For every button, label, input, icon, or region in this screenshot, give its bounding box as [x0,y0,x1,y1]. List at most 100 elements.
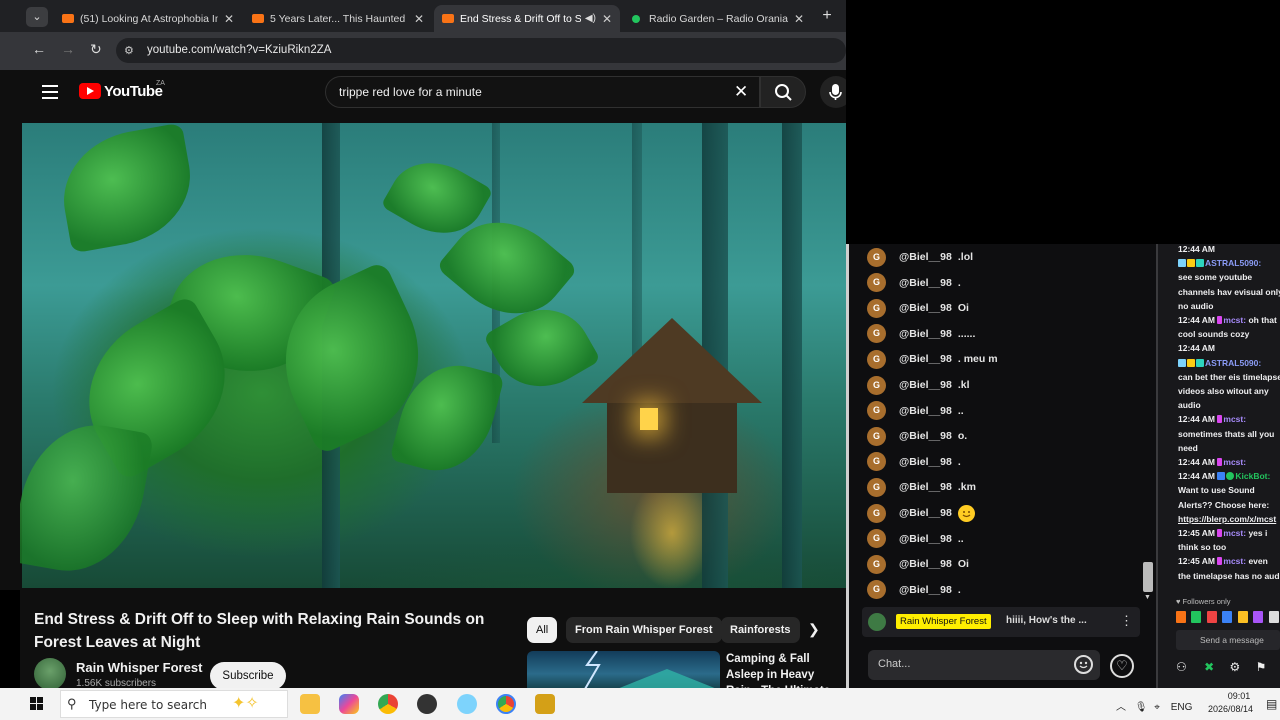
chat-username[interactable]: ASTRAL5090: [1205,258,1261,268]
clear-search-icon[interactable]: ✕ [734,82,748,102]
chat-text[interactable]: https://blerp.com/x/mcst [1178,514,1276,524]
recommendation-title[interactable]: Camping & Fall Asleep in Heavy Rain - Th… [726,651,842,688]
chevron-right-icon[interactable]: ❯ [808,621,820,638]
windows-start-icon[interactable] [30,697,44,711]
close-tab-icon[interactable]: ✕ [602,12,612,26]
notification-icon[interactable]: ▤ [1266,697,1277,711]
language-indicator[interactable]: ENG [1171,702,1193,713]
recommendation-thumbnail[interactable] [527,651,720,689]
heart-icon[interactable]: ♡ [1110,654,1134,678]
chevron-up-icon[interactable]: ︿ [1116,702,1126,713]
channel-avatar[interactable] [34,658,66,690]
chip-from-channel[interactable]: From Rain Whisper Forest [566,617,722,643]
search-highlight-icon[interactable]: ✦✧ [232,693,259,713]
app-icon[interactable] [417,694,437,714]
speaker-icon[interactable]: ◀) [585,13,596,24]
chat-username[interactable]: @Biel__98 [899,379,952,391]
chat-username[interactable]: @Biel__98 [899,328,952,340]
chat-message[interactable]: G @Biel__98 [867,503,975,523]
close-tab-icon[interactable]: ✕ [794,12,804,26]
youtube-favicon-icon [252,14,264,23]
microphone-icon[interactable]: 🎙 [1135,702,1148,713]
send-message-placeholder[interactable]: Send a message [1200,635,1264,645]
chat-username[interactable]: @Biel__98 [899,584,952,596]
chat-username[interactable]: mcst: [1223,556,1246,566]
chat-message[interactable]: G @Biel__98 o. [867,426,967,446]
emoji-icon[interactable] [1074,655,1093,674]
chat-username[interactable]: @Biel__98 [899,302,952,314]
tab-astrophobia[interactable]: (51) Looking At Astrophobia Im ✕ [54,5,242,32]
chat-message[interactable]: G @Biel__98.. [867,529,964,549]
chat-username[interactable]: @Biel__98 [899,430,952,442]
chat-username[interactable]: @Biel__98 [899,251,952,263]
more-options-icon[interactable]: ⋮ [1120,613,1133,629]
chat-username[interactable]: @Biel__98 [899,507,952,519]
copilot-icon[interactable] [339,694,359,714]
chrome-icon[interactable] [378,694,398,714]
chat-message[interactable]: G @Biel__98 .kl [867,375,970,395]
chat-message[interactable]: G @Biel__98. [867,273,961,293]
chat-username[interactable]: mcst: [1223,457,1246,467]
chat-username[interactable]: @Biel__98 [899,405,952,417]
close-tab-icon[interactable]: ✕ [224,12,234,26]
back-arrow-icon[interactable]: ← [32,41,46,57]
gift-icon[interactable]: ⚑ [1256,660,1267,674]
chat-message[interactable]: G @Biel__98.. [867,401,964,421]
menu-icon[interactable] [42,85,58,99]
file-explorer-icon[interactable] [300,694,320,714]
search-query[interactable]: trippe red love for a minute [339,85,482,99]
new-tab-icon[interactable]: + [818,7,836,25]
tab-end-stress[interactable]: End Stress & Drift Off to Sle ◀) ✕ [434,5,620,32]
tab-haunted[interactable]: 5 Years Later... This Haunted Ca ✕ [244,5,432,32]
close-tab-icon[interactable]: ✕ [414,12,424,26]
chip-rainforests[interactable]: Rainforests [721,617,800,643]
emote-strip[interactable] [1176,609,1280,623]
kick-icon[interactable]: ✖ [1204,660,1214,674]
chat-username[interactable]: mcst: [1223,315,1246,325]
chat-message[interactable]: G @Biel__98 Oi [867,298,969,318]
channel-name[interactable]: Rain Whisper Forest [76,660,202,675]
chat-username[interactable]: mcst: [1223,528,1246,538]
youtube-wordmark[interactable]: YouTube [104,83,163,100]
reload-icon[interactable]: ↻ [90,41,102,58]
clock-time[interactable]: 09:01 [1218,691,1260,701]
gear-icon[interactable]: ⚙ [1230,660,1241,674]
chat-message[interactable]: G @Biel__98 .lol [867,247,973,267]
forward-arrow-icon[interactable]: → [61,41,75,57]
subscribe-button[interactable]: Subscribe [210,662,286,690]
chat-username[interactable]: @Biel__98 [899,277,952,289]
game-app-icon[interactable] [535,694,555,714]
chat-username[interactable]: @Biel__98 [899,353,952,365]
video-frame-forest-scene[interactable] [20,122,846,588]
chat-username[interactable]: KickBot: [1235,471,1270,481]
chat-message[interactable]: G @Biel__98 . meu m [867,349,998,369]
chat-scrollbar[interactable] [1143,562,1153,592]
taskbar-search-placeholder[interactable]: Type here to search [89,698,207,712]
search-button[interactable] [760,76,806,108]
tab-radio-garden[interactable]: Radio Garden – Radio Orania 9 ✕ [624,5,812,32]
chat-message[interactable]: G @Biel__98 Oi [867,554,969,574]
chat-settings-icon[interactable]: ⚇ [1176,660,1187,674]
network-icon[interactable]: ⌖ [1154,702,1160,713]
chat-username[interactable]: @Biel__98 [899,533,952,545]
chat-username[interactable]: mcst: [1223,414,1246,424]
pinned-avatar [868,613,886,631]
chat-message[interactable]: G @Biel__98...... [867,324,975,344]
snipping-icon[interactable] [457,694,477,714]
chat-input-placeholder[interactable]: Chat... [878,658,910,670]
clock-date[interactable]: 2026/08/14 [1208,704,1253,714]
chat-username[interactable]: ASTRAL5090: [1205,358,1261,368]
chat-message[interactable]: G @Biel__98 .km [867,477,976,497]
chat-username[interactable]: @Biel__98 [899,558,952,570]
chat-message[interactable]: G @Biel__98. [867,580,961,600]
chrome-profile-icon[interactable] [496,694,516,714]
chat-username[interactable]: @Biel__98 [899,456,952,468]
site-info-icon[interactable]: ⚙ [124,44,134,57]
video-player[interactable] [20,115,846,590]
chat-username[interactable]: @Biel__98 [899,481,952,493]
url-text[interactable]: youtube.com/watch?v=KziuRikn2ZA [147,44,331,56]
scroll-down-arrow-icon[interactable]: ▼ [1144,594,1151,601]
chip-all[interactable]: All [527,617,558,643]
chat-message[interactable]: G @Biel__98. [867,452,961,472]
tab-search-dropdown-icon[interactable]: ⌄ [26,7,48,27]
